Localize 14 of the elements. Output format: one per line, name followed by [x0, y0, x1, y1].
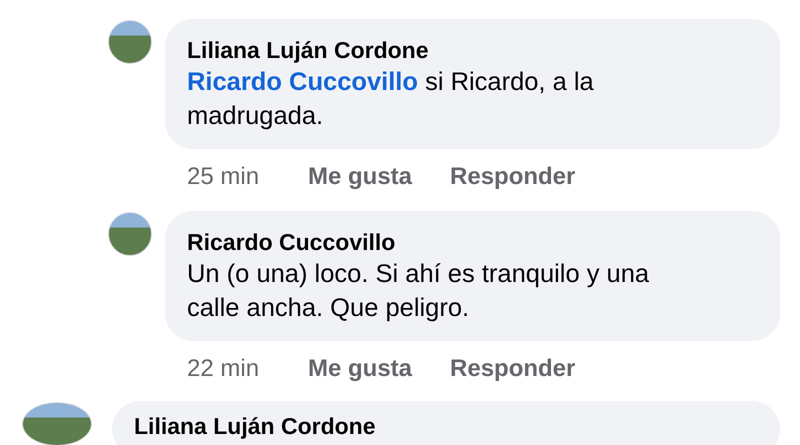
timestamp: 22 min: [187, 354, 260, 384]
reply-button[interactable]: Responder: [450, 353, 576, 385]
avatar-photo-placeholder[interactable]: [108, 20, 152, 64]
author-name[interactable]: Liliana Luján Cordone: [134, 411, 758, 441]
mention-link[interactable]: Ricardo Cuccovillo: [187, 68, 418, 96]
like-button[interactable]: Me gusta: [308, 161, 412, 193]
reply-button[interactable]: Responder: [450, 161, 576, 193]
comment-text: Un (o una) loco. Si ahí es tranquilo y una calle ancha. Que peligro.: [187, 259, 650, 324]
avatar-photo-placeholder[interactable]: [108, 212, 152, 256]
like-button[interactable]: Me gusta: [308, 353, 412, 385]
comment-text: Ricardo Cuccovillo si Ricardo, a la madrugada.: [187, 67, 595, 132]
author-name[interactable]: Ricardo Cuccovillo: [187, 227, 758, 257]
timestamp: 25 min: [187, 162, 260, 192]
author-name[interactable]: Liliana Luján Cordone: [187, 35, 758, 65]
